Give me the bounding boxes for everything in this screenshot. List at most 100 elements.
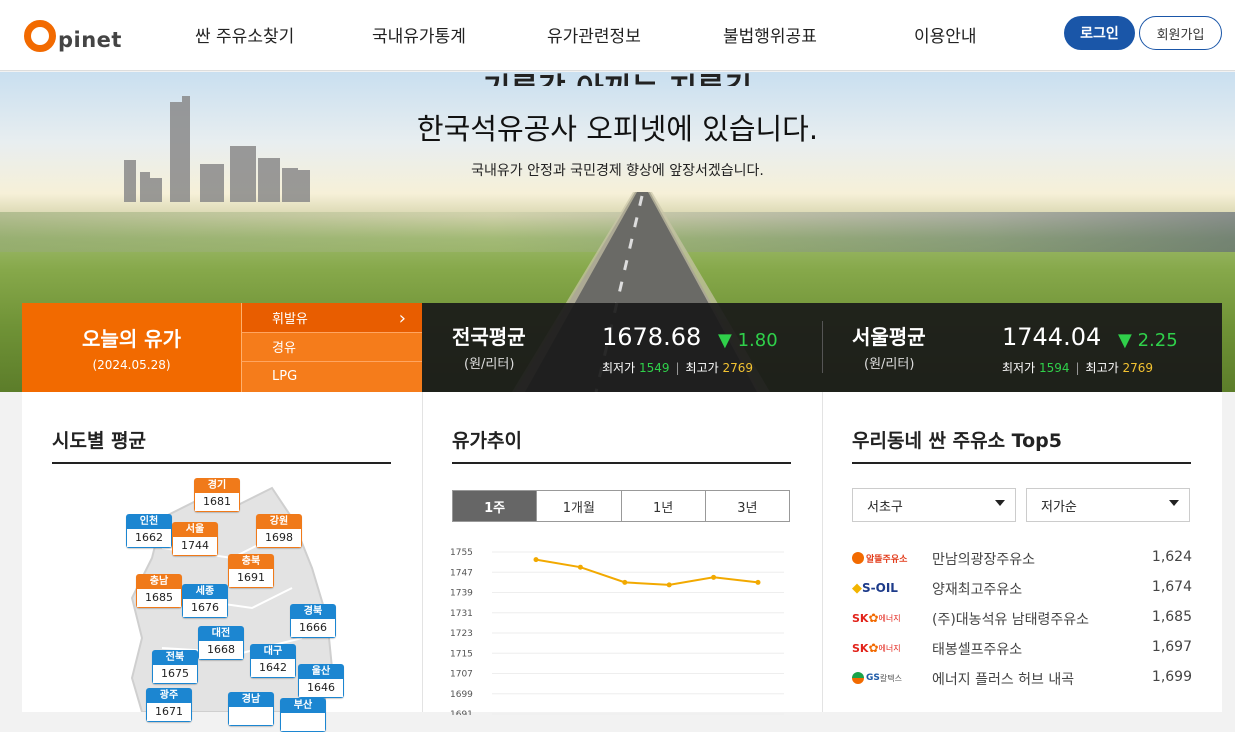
- region-name: 경북: [290, 604, 336, 619]
- national-min-value: 1549: [638, 361, 670, 375]
- district-value: 서초구: [867, 499, 903, 515]
- gs-logo: GS 칼텍스: [852, 668, 908, 688]
- national-average: 전국평균 (원/리터) 1678.68 ▼ 1.80 최저가 1549 | 최고가 …: [422, 303, 822, 392]
- region-price: 1671: [146, 703, 192, 722]
- today-title: 오늘의 유가: [82, 327, 181, 351]
- fuel-tab-diesel[interactable]: 경유: [241, 332, 422, 363]
- station-row[interactable]: 알뜰주유소 만남의광장주유소 1,624: [852, 548, 1192, 568]
- chevron-right-icon: ›: [398, 308, 406, 329]
- region-price: 1691: [228, 569, 274, 588]
- data-point[interactable]: [755, 579, 761, 585]
- region-badge[interactable]: 인천 1662: [126, 514, 172, 548]
- station-row[interactable]: GS 칼텍스 에너지 플러스 허브 내곡 1,699: [852, 668, 1192, 688]
- station-row[interactable]: ◆ S-OIL 양재최고주유소 1,674: [852, 578, 1192, 598]
- region-badge[interactable]: 전북 1675: [152, 650, 198, 684]
- period-tabs: 1주 1개월 1년 3년: [452, 490, 790, 522]
- region-badge[interactable]: 충남 1685: [136, 574, 182, 608]
- station-row[interactable]: SK ✿ 에너지 (주)대농석유 남태령주유소 1,685: [852, 608, 1192, 628]
- region-price: 1685: [136, 589, 182, 608]
- top5-section: 우리동네 싼 주유소 Top5 서초구 저가순 알뜰주유소 만남의광장주유소 1,6…: [822, 392, 1222, 712]
- data-point[interactable]: [533, 557, 539, 563]
- section-underline: [852, 462, 1191, 464]
- y-tick-label: 1691: [450, 710, 473, 715]
- national-max-value: 2769: [722, 361, 754, 375]
- region-badge[interactable]: 대구 1642: [250, 644, 296, 678]
- max-label: 최고가: [685, 361, 719, 375]
- tab-1-week[interactable]: 1주: [453, 491, 538, 521]
- min-label: 최저가: [1002, 361, 1036, 375]
- national-avg-label: 전국평균: [452, 325, 526, 349]
- sk-logo: SK ✿ 에너지: [852, 611, 901, 625]
- region-badge[interactable]: 경기 1681: [194, 478, 240, 512]
- price-summary-bar: 오늘의 유가 (2024.05.28) 휘발유 › 경유 LPG 전국평균 (원…: [22, 303, 1222, 392]
- region-badge[interactable]: 강원 1698: [256, 514, 302, 548]
- station-name[interactable]: 에너지 플러스 허브 내곡: [932, 669, 1074, 689]
- nav-oil-price-info[interactable]: 유가관련정보: [547, 22, 641, 47]
- y-tick-label: 1731: [450, 609, 473, 619]
- region-badge[interactable]: 세종 1676: [182, 584, 228, 618]
- region-badge[interactable]: 경남: [228, 692, 274, 726]
- region-badge[interactable]: 대전 1668: [198, 626, 244, 660]
- region-badge[interactable]: 광주 1671: [146, 688, 192, 722]
- signup-button[interactable]: 회원가입: [1139, 16, 1222, 50]
- fuel-tab-gasoline[interactable]: 휘발유 ›: [241, 303, 422, 333]
- data-point[interactable]: [666, 582, 672, 588]
- station-name[interactable]: 태봉셀프주유소: [932, 639, 1022, 659]
- login-button[interactable]: 로그인: [1064, 16, 1135, 50]
- y-tick-label: 1707: [450, 670, 473, 680]
- seoul-max-value: 2769: [1122, 361, 1154, 375]
- region-name: 경남: [228, 692, 274, 707]
- region-badge[interactable]: 충북 1691: [228, 554, 274, 588]
- nav-find-cheap-station[interactable]: 싼 주유소찾기: [195, 22, 294, 47]
- station-name[interactable]: (주)대농석유 남태령주유소: [932, 609, 1089, 629]
- y-tick-label: 1699: [450, 690, 473, 700]
- station-name[interactable]: 양재최고주유소: [932, 579, 1022, 599]
- region-badge[interactable]: 울산 1646: [298, 664, 344, 698]
- region-price: [228, 707, 274, 726]
- tab-1-year[interactable]: 1년: [621, 491, 706, 521]
- caret-down-icon: [1169, 500, 1179, 506]
- opinet-logo[interactable]: pinet: [24, 12, 122, 52]
- y-tick-label: 1723: [450, 629, 473, 639]
- district-select[interactable]: 서초구: [852, 488, 1016, 522]
- data-point[interactable]: [711, 574, 717, 580]
- fuel-tab-label: 경유: [272, 341, 296, 357]
- tab-3-years[interactable]: 3년: [705, 491, 789, 521]
- sort-select[interactable]: 저가순: [1026, 488, 1190, 522]
- region-name: 충남: [136, 574, 182, 589]
- nav-illegal-act-notice[interactable]: 불법행위공표: [723, 22, 817, 47]
- regional-title: 시도별 평균: [52, 430, 147, 452]
- station-price: 1,674: [1151, 579, 1192, 595]
- region-name: 인천: [126, 514, 172, 529]
- section-underline: [52, 462, 391, 464]
- station-name[interactable]: 만남의광장주유소: [932, 549, 1035, 569]
- price-trend-section: 유가추이 1주 1개월 1년 3년 1755 1747 1739 1731 1723 17…: [422, 392, 822, 715]
- data-point[interactable]: [577, 564, 583, 570]
- region-badge[interactable]: 서울 1744: [172, 522, 218, 556]
- tab-1-month[interactable]: 1개월: [537, 491, 622, 521]
- region-price: 1668: [198, 641, 244, 660]
- seoul-avg-label: 서울평균: [852, 325, 926, 349]
- region-badge[interactable]: 부산: [280, 698, 326, 732]
- site-header: pinet 싼 주유소찾기 국내유가통계 유가관련정보 불법행위공표 이용안내 …: [0, 0, 1235, 71]
- region-price: [280, 713, 326, 732]
- min-label: 최저가: [602, 361, 636, 375]
- region-badge[interactable]: 경북 1666: [290, 604, 336, 638]
- national-avg-change: ▼ 1.80: [718, 330, 778, 351]
- hero-clipped-line: 기름값 아끼는 지름길: [0, 72, 1235, 86]
- nav-domestic-price-stats[interactable]: 국내유가통계: [372, 22, 466, 47]
- station-row[interactable]: SK ✿ 에너지 태봉셀프주유소 1,697: [852, 638, 1192, 658]
- station-price: 1,685: [1151, 609, 1192, 625]
- fuel-tab-lpg[interactable]: LPG: [241, 362, 422, 392]
- seoul-avg-value: 1744.04: [1002, 323, 1102, 351]
- national-avg-minmax: 최저가 1549 | 최고가 2769: [602, 359, 753, 376]
- data-point[interactable]: [622, 579, 628, 585]
- seoul-avg-unit: (원/리터): [864, 357, 915, 372]
- max-label: 최고가: [1085, 361, 1119, 375]
- national-avg-value: 1678.68: [602, 323, 702, 351]
- station-price: 1,697: [1151, 639, 1192, 655]
- region-price: 1675: [152, 665, 198, 684]
- altteul-logo: 알뜰주유소: [852, 548, 908, 568]
- korea-map: 경기 1681 인천 1662 서울 1744 강원 1698 충북 1691 충남 1685 세종 16…: [122, 478, 362, 732]
- nav-usage-guide[interactable]: 이용안내: [914, 22, 977, 47]
